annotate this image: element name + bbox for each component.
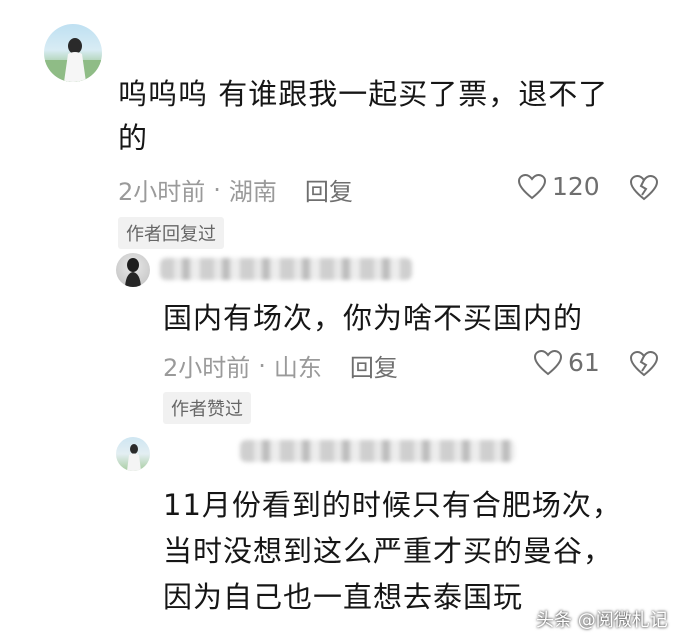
author-replied-tag: 作者回复过	[118, 217, 224, 249]
heart-icon	[534, 349, 562, 375]
comment-text-line2: 的	[118, 121, 149, 155]
comment-text: 呜呜呜 有谁跟我一起买了票，退不了 的	[118, 72, 658, 160]
reply-text: 国内有场次，你为啥不买国内的	[163, 301, 584, 335]
reply-username-blurred[interactable]	[240, 440, 515, 462]
commenter-avatar[interactable]	[44, 24, 102, 82]
like-count: 120	[552, 172, 600, 201]
meta-separator: ·	[213, 175, 221, 204]
like-count: 61	[568, 348, 600, 377]
meta-separator: ·	[258, 351, 266, 380]
comment-location: 湖南	[228, 178, 277, 206]
heart-icon	[518, 173, 546, 199]
reply-text: 11月份看到的时候只有合肥场次， 当时没想到这么严重才买的曼谷， 因为自己也一直…	[163, 482, 622, 620]
reply-button[interactable]: 回复	[350, 348, 398, 383]
reply-meta: 2小时前 · 山东 回复	[163, 348, 398, 383]
author-liked-tag: 作者赞过	[163, 392, 251, 424]
comment-meta: 2小时前 · 湖南 回复	[118, 172, 353, 207]
like-button[interactable]: 61	[534, 348, 600, 377]
reply-avatar[interactable]	[116, 253, 150, 287]
reply-text-line1: 11月份看到的时候只有合肥场次，	[163, 488, 622, 522]
dislike-icon	[629, 350, 659, 377]
reply-avatar[interactable]	[116, 437, 150, 471]
dislike-button[interactable]	[629, 350, 659, 381]
watermark: 头条 @阅微札记	[536, 610, 668, 631]
comment-time: 2小时前	[118, 178, 206, 206]
reply-time: 2小时前	[163, 354, 251, 382]
like-button[interactable]: 120	[518, 172, 600, 201]
reply-location: 山东	[273, 354, 322, 382]
reply-button[interactable]: 回复	[305, 172, 353, 207]
reply-text-line2: 当时没想到这么严重才买的曼谷，	[163, 534, 614, 568]
reply-username-blurred[interactable]	[160, 258, 412, 280]
comment-text-line1: 呜呜呜 有谁跟我一起买了票，退不了	[118, 77, 609, 111]
dislike-icon	[629, 174, 659, 201]
dislike-button[interactable]	[629, 174, 659, 205]
